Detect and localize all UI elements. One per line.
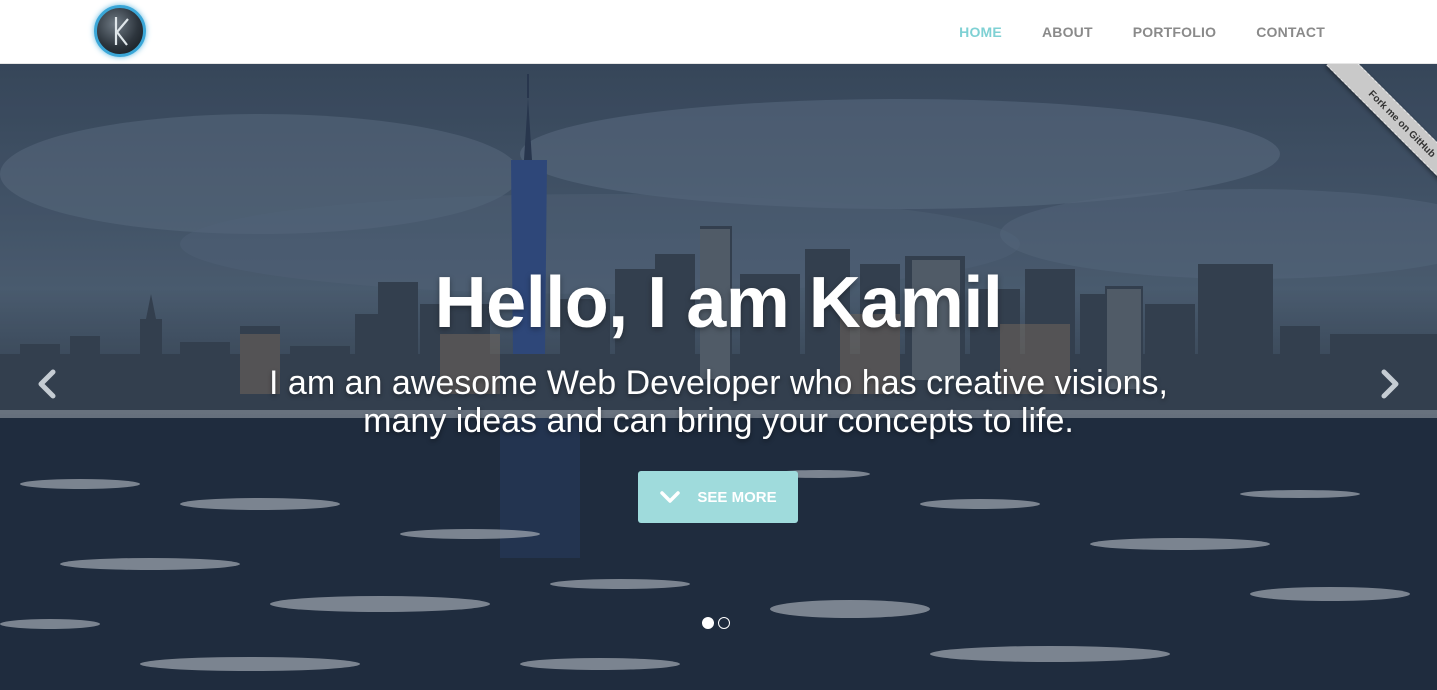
nav-portfolio[interactable]: PORTFOLIO [1133,24,1216,40]
main-nav: HOME ABOUT PORTFOLIO CONTACT [919,0,1325,64]
carousel-dot-2[interactable] [718,617,730,629]
hero-subtitle-line1: I am an awesome Web Developer who has cr… [269,364,1168,402]
hero-carousel: Hello, I am Kamil I am an awesome Web De… [0,64,1437,690]
see-more-label: SEE MORE [697,488,777,506]
carousel-prev-button[interactable] [32,364,62,404]
fork-on-github-ribbon[interactable]: Fork me on GitHub [1326,64,1437,200]
chevron-left-icon [38,369,56,399]
nav-about[interactable]: ABOUT [1042,24,1093,40]
hero-subtitle-line2: many ideas and can bring your concepts t… [363,402,1074,440]
k-logo-icon[interactable] [94,5,146,57]
see-more-button[interactable]: SEE MORE [638,471,798,523]
carousel-dot-1[interactable] [702,617,714,629]
hero-title: Hello, I am Kamil [434,263,1003,343]
nav-home[interactable]: HOME [959,24,1002,40]
hero-subtitle: I am an awesome Web Developer who has cr… [218,364,1219,440]
chevron-right-icon [1381,369,1399,399]
logo-glyph [114,17,129,46]
nav-contact[interactable]: CONTACT [1256,24,1325,40]
carousel-indicators [702,616,734,630]
github-ribbon-container: Fork me on GitHub [1287,64,1437,214]
chevron-down-icon [660,491,681,503]
carousel-next-button[interactable] [1375,364,1405,404]
navbar: HOME ABOUT PORTFOLIO CONTACT [0,0,1437,64]
